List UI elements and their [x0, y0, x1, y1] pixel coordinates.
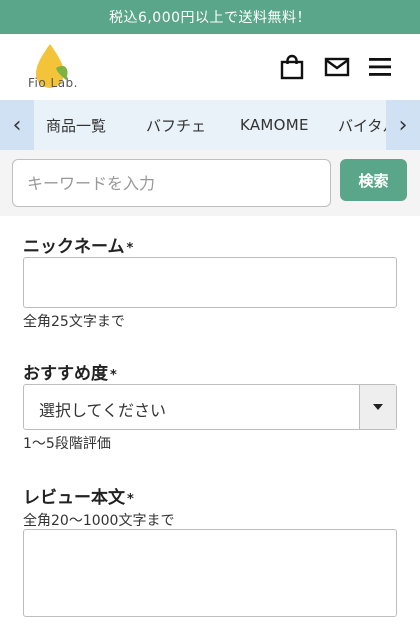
search-bar: 検索: [0, 150, 420, 216]
logo-text: Fio Lab.: [28, 76, 78, 90]
nav-prev-button[interactable]: ‹: [0, 100, 34, 150]
hamburger-menu-icon[interactable]: [367, 54, 393, 80]
nav-item-kamome[interactable]: KAMOME: [240, 116, 309, 134]
nav-item-bafuche[interactable]: バフチェ: [146, 115, 206, 136]
required-mark: *: [127, 492, 134, 507]
search-input[interactable]: [12, 159, 331, 207]
category-nav: ‹ 商品一覧 バフチェ KAMOME バイタル ›: [0, 100, 420, 150]
rating-select-value: 選択してください: [39, 401, 167, 420]
review-textarea[interactable]: [23, 529, 397, 617]
review-label: レビュー本文 *: [23, 488, 134, 508]
required-mark: *: [126, 241, 134, 256]
nickname-label: ニックネーム *: [23, 237, 134, 257]
nav-item-products[interactable]: 商品一覧: [46, 115, 106, 136]
rating-hint: 1〜5段階評価: [23, 436, 111, 452]
chevron-down-icon[interactable]: [359, 385, 396, 429]
nav-item-vital[interactable]: バイタル: [338, 115, 386, 136]
rating-label: おすすめ度 *: [23, 364, 117, 384]
search-button[interactable]: 検索: [340, 159, 407, 201]
nickname-input[interactable]: [23, 257, 397, 308]
required-mark: *: [110, 368, 117, 383]
nickname-hint: 全角25文字まで: [23, 314, 125, 330]
rating-select[interactable]: 選択してください: [23, 384, 397, 430]
free-shipping-banner: 税込6,000円以上で送料無料！: [0, 0, 420, 34]
review-hint: 全角20〜1000文字まで: [23, 513, 175, 529]
site-header: [0, 34, 420, 100]
mail-icon[interactable]: [324, 54, 350, 80]
shopping-bag-icon[interactable]: [279, 54, 305, 80]
nav-next-button[interactable]: ›: [386, 100, 420, 150]
nav-items: 商品一覧 バフチェ KAMOME バイタル: [34, 100, 386, 150]
